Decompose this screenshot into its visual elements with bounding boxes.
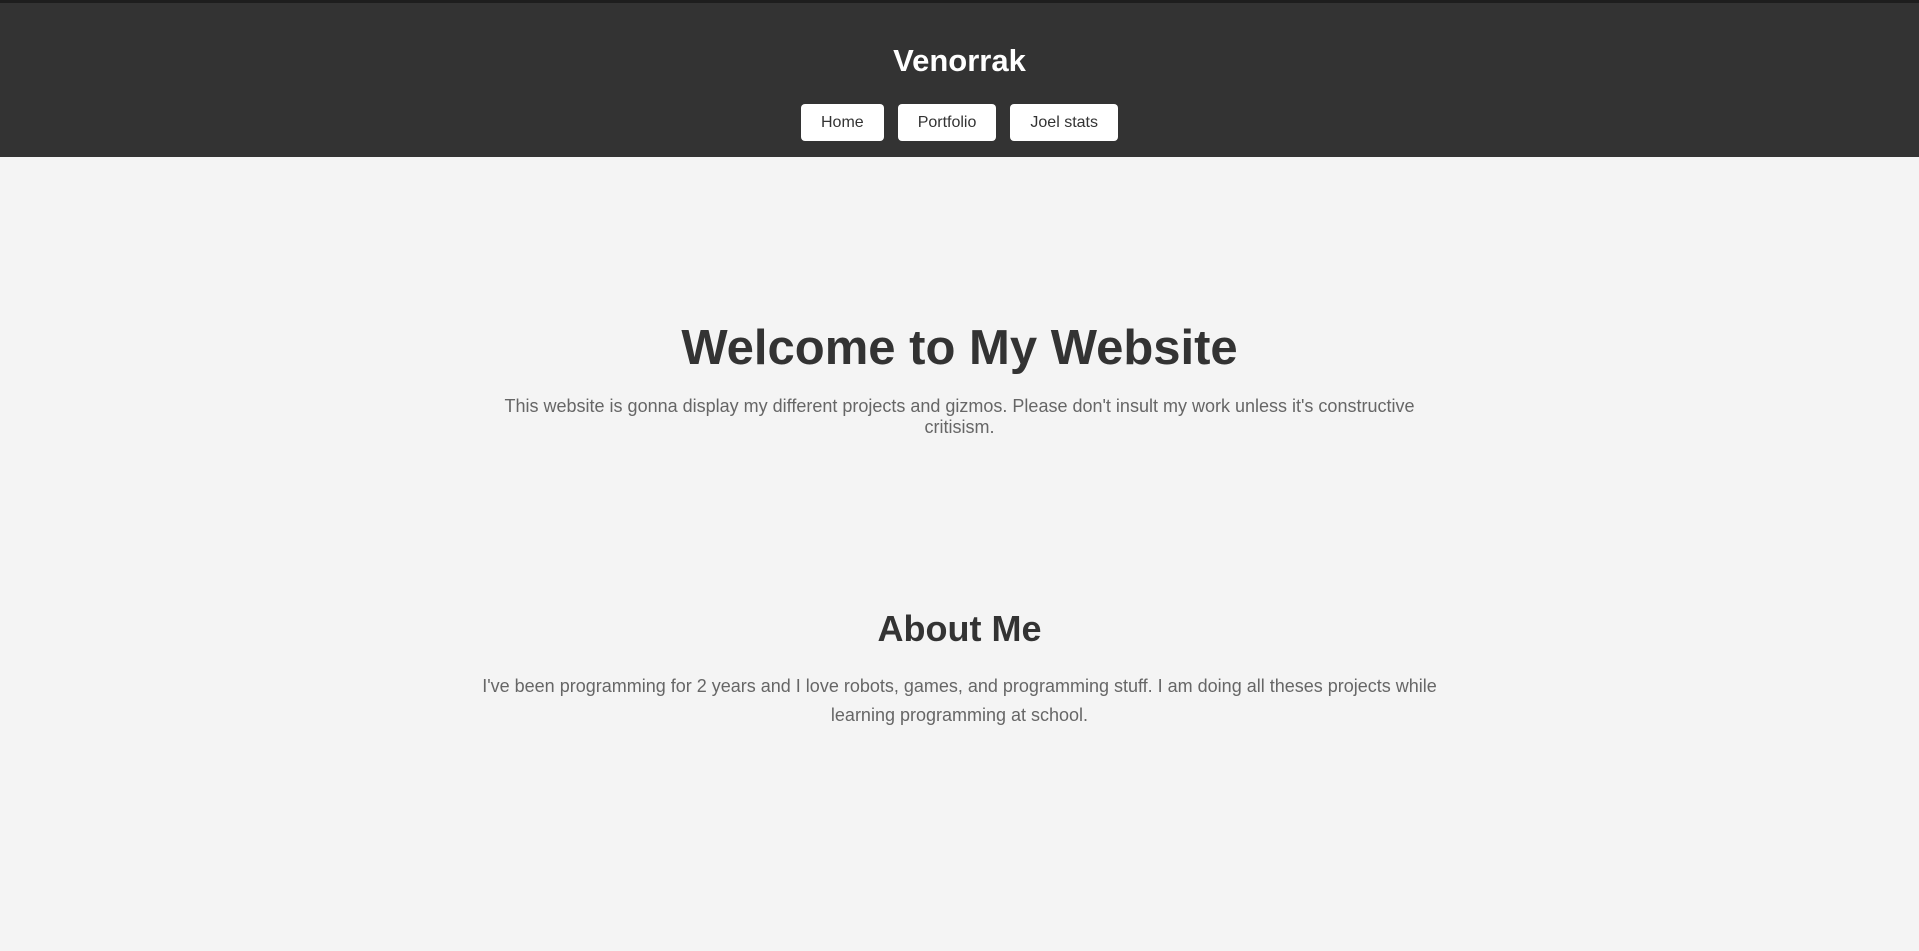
hero-text: This website is gonna display my differe… <box>504 396 1415 437</box>
hero-section: Welcome to My Website This website is go… <box>0 157 1919 438</box>
about-section: About Me I've been programming for 2 yea… <box>0 438 1919 730</box>
about-title: About Me <box>877 608 1042 649</box>
hero-title: Welcome to My Website <box>681 321 1238 375</box>
site-header: Venorrak Home Portfolio Joel stats <box>0 0 1919 157</box>
about-text: I've been programming for 2 years and I … <box>482 676 1437 725</box>
nav-portfolio-button[interactable]: Portfolio <box>897 104 997 141</box>
main-nav: Home Portfolio Joel stats <box>0 104 1919 141</box>
nav-home-button[interactable]: Home <box>801 104 884 141</box>
site-title: Venorrak <box>893 43 1026 78</box>
nav-joel-stats-button[interactable]: Joel stats <box>1010 104 1118 141</box>
